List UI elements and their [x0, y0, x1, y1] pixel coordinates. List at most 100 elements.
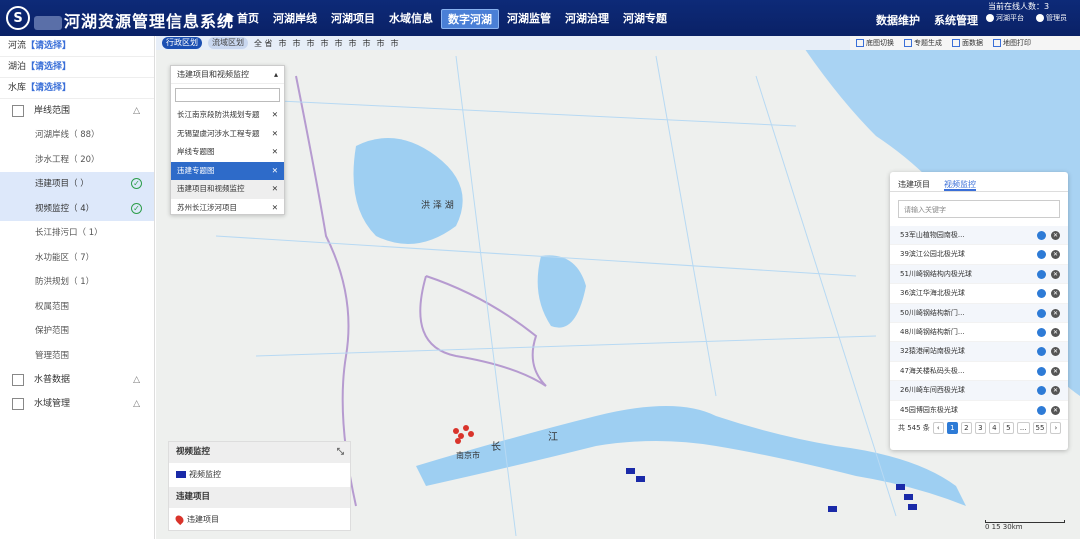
list-item[interactable]: 53军山植物园南极... ✕ [890, 226, 1068, 246]
filter-1[interactable]: 湖泊【请选择】 [0, 57, 154, 78]
region-item-1[interactable]: 市 [279, 38, 287, 49]
sidebar-item[interactable]: 涉水工程（ 20） [0, 148, 154, 173]
close-icon[interactable]: ✕ [1051, 250, 1060, 260]
close-icon[interactable]: ✕ [1051, 269, 1060, 279]
tool-3[interactable]: 地图打印 [993, 38, 1031, 48]
sidebar-item[interactable]: 权属范围 [0, 295, 154, 320]
sidebar-item[interactable]: 防洪规划（ 1） [0, 270, 154, 295]
region-item-7[interactable]: 市 [363, 38, 371, 49]
sidebar-item[interactable]: 水功能区（ 7） [0, 246, 154, 271]
sidebar-group-0[interactable]: 岸线范围 △ [0, 99, 154, 123]
dropdown-item[interactable]: 苏州长江涉河项目 ✕ [171, 199, 284, 218]
page-button[interactable]: 1 [946, 422, 958, 434]
tool-1[interactable]: 专题生成 [904, 38, 942, 48]
nav-item-1[interactable]: 河湖岸线 [267, 9, 323, 29]
remove-icon[interactable]: ✕ [272, 180, 278, 199]
dropdown-item[interactable]: 违建专题图 ✕ [171, 161, 284, 181]
close-icon[interactable]: ✕ [1051, 231, 1060, 240]
sidebar-item[interactable]: 视频监控（ 4） ✓ [0, 196, 154, 221]
list-item[interactable]: 39滨江公园北极光球 ✕ [890, 245, 1068, 265]
page-button[interactable]: 55 [1032, 422, 1048, 434]
nav-item-2[interactable]: 河湖项目 [325, 9, 381, 29]
list-item[interactable]: 36滨江华海北极光球 ✕ [890, 284, 1068, 304]
panel-tab-0[interactable]: 违建项目 [898, 179, 930, 191]
list-item[interactable]: 50川崎钢结构新门... ✕ [890, 303, 1068, 323]
close-icon[interactable]: ✕ [1051, 347, 1060, 357]
dropdown-item[interactable]: 长江南京段防洪规划专题 ✕ [171, 106, 284, 125]
sidebar-item[interactable]: 河湖岸线（ 88） [0, 123, 154, 148]
close-icon[interactable]: ✕ [1051, 405, 1060, 415]
page-button[interactable]: 4 [988, 422, 1000, 434]
dropdown-selected[interactable]: 违建项目和视频监控 ▴ [171, 66, 284, 84]
tool-0[interactable]: 底图切换 [856, 38, 894, 48]
list-item[interactable]: 32猿港闸站南极光球 ✕ [890, 342, 1068, 362]
page-button[interactable]: ‹ [932, 422, 944, 434]
play-icon[interactable] [1037, 405, 1046, 415]
page-button[interactable]: 5 [1002, 422, 1014, 434]
list-item[interactable]: 47海关楼私码头极... ✕ [890, 362, 1068, 382]
right-nav-item-0[interactable]: 数据维护 [876, 12, 920, 28]
play-icon[interactable] [1037, 386, 1046, 396]
close-icon[interactable]: ✕ [1051, 386, 1060, 396]
remove-icon[interactable]: ✕ [272, 199, 278, 218]
remove-icon[interactable]: ✕ [272, 106, 278, 125]
close-icon[interactable]: ✕ [1051, 366, 1060, 376]
filter-value[interactable]: 【请选择】 [26, 83, 71, 93]
play-icon[interactable] [1037, 289, 1046, 299]
panel-tab-1[interactable]: 视频监控 [944, 179, 976, 191]
region-item-6[interactable]: 市 [349, 38, 357, 49]
collapse-triangle-icon[interactable]: △ [133, 392, 140, 416]
sidebar-item[interactable]: 管理范围 [0, 344, 154, 369]
page-button[interactable]: 2 [960, 422, 972, 434]
close-icon[interactable]: ✕ [1051, 327, 1060, 337]
nav-item-3[interactable]: 水域信息 [383, 9, 439, 29]
play-icon[interactable] [1037, 250, 1046, 260]
region-tab-1[interactable]: 流域区划 [208, 37, 248, 49]
filter-0[interactable]: 河流【请选择】 [0, 36, 154, 57]
nav-item-6[interactable]: 河湖治理 [559, 9, 615, 29]
filter-value[interactable]: 【请选择】 [26, 62, 71, 72]
dropdown-item[interactable]: 岸线专题图 ✕ [171, 143, 284, 162]
nav-item-5[interactable]: 河湖监管 [501, 9, 557, 29]
list-item[interactable]: 51川崎钢结构内极光球 ✕ [890, 264, 1068, 285]
sidebar-item[interactable]: 长江排污口（ 1） [0, 221, 154, 246]
panel-search-input[interactable]: 请输入关键字 [898, 200, 1060, 218]
region-item-0[interactable]: 全 省 [254, 38, 273, 49]
play-icon[interactable] [1037, 269, 1046, 279]
region-item-3[interactable]: 市 [307, 38, 315, 49]
topic-dropdown[interactable]: 违建项目和视频监控 ▴ 长江南京段防洪规划专题 ✕ 无锡望虞河涉水工程专题 ✕ 岸线专题图… [170, 65, 285, 215]
region-item-2[interactable]: 市 [293, 38, 301, 49]
remove-icon[interactable]: ✕ [272, 125, 278, 144]
nav-item-7[interactable]: 河湖专题 [617, 9, 673, 29]
remove-icon[interactable]: ✕ [272, 162, 278, 181]
region-item-8[interactable]: 市 [377, 38, 385, 49]
page-button[interactable]: › [1050, 422, 1062, 434]
page-button[interactable]: 3 [974, 422, 986, 434]
remove-icon[interactable]: ✕ [272, 143, 278, 162]
play-icon[interactable] [1037, 327, 1046, 337]
dropdown-item[interactable]: 无锡望虞河涉水工程专题 ✕ [171, 125, 284, 144]
collapse-icon[interactable]: ⤡ [337, 442, 344, 463]
sidebar-item[interactable]: 违建项目（ ） ✓ [0, 172, 154, 197]
user-menu[interactable]: 管理员 [1036, 13, 1067, 23]
tool-2[interactable]: 面数据 [952, 38, 983, 48]
sidebar-group-2[interactable]: 水域管理 △ [0, 392, 154, 416]
play-icon[interactable] [1037, 231, 1046, 240]
nav-item-4[interactable]: 数字河湖 [441, 9, 499, 29]
region-item-9[interactable]: 市 [391, 38, 399, 49]
nav-item-0[interactable]: 首页 [218, 9, 265, 29]
page-button[interactable]: ... [1016, 422, 1030, 434]
list-item[interactable]: 45园博园东极光球 ✕ [890, 401, 1068, 420]
platform-link[interactable]: 河湖平台 [986, 13, 1024, 23]
play-icon[interactable] [1037, 308, 1046, 318]
play-icon[interactable] [1037, 366, 1046, 376]
check-icon[interactable]: ✓ [131, 202, 142, 214]
dropdown-item[interactable]: 违建项目和视频监控 ✕ [171, 180, 284, 199]
dropdown-search-input[interactable] [175, 88, 280, 102]
filter-value[interactable]: 【请选择】 [26, 41, 71, 51]
collapse-triangle-icon[interactable]: △ [133, 99, 140, 123]
region-tab-0[interactable]: 行政区划 [162, 37, 202, 49]
region-item-4[interactable]: 市 [321, 38, 329, 49]
list-item[interactable]: 26川崎车间西极光球 ✕ [890, 381, 1068, 401]
sidebar-item[interactable]: 保护范围 [0, 319, 154, 344]
